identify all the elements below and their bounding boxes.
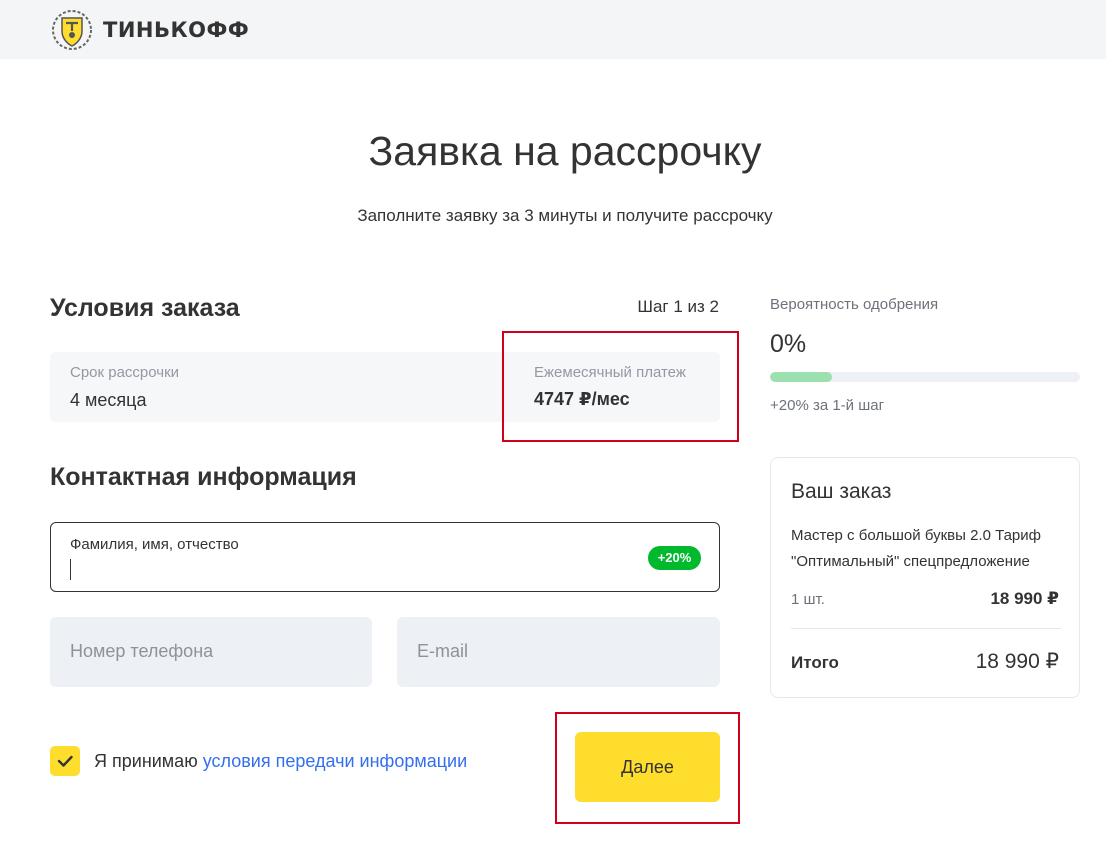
text-caret	[70, 559, 71, 580]
consent-label: Я принимаю	[94, 751, 198, 771]
terms-link[interactable]: условия передачи информации	[203, 751, 467, 771]
full-name-label: Фамилия, имя, отчество	[70, 536, 239, 553]
phone-field[interactable]: Номер телефона	[50, 617, 372, 687]
email-placeholder: E-mail	[417, 641, 469, 661]
order-divider	[791, 628, 1061, 629]
page-subtitle: Заполните заявку за 3 минуты и получите …	[357, 206, 773, 225]
tinkoff-emblem-icon	[52, 10, 92, 50]
approval-progress-fill	[770, 372, 832, 382]
order-total-value: 18 990 ₽	[975, 650, 1059, 673]
contact-info-title: Контактная информация	[50, 463, 357, 491]
bonus-badge: +20%	[648, 546, 701, 570]
consent-checkbox[interactable]	[50, 746, 80, 776]
order-quantity: 1 шт.	[791, 591, 825, 608]
page-title: Заявка на рассрочку	[368, 128, 762, 174]
term-label: Срок рассрочки	[70, 364, 180, 381]
top-bar: ТИНЬКОФФ	[0, 0, 1106, 59]
email-field[interactable]: E-mail	[397, 617, 720, 687]
order-price: 18 990 ₽	[990, 589, 1059, 608]
consent-text: Я принимаю условия передачи информации	[94, 751, 467, 772]
approval-progress-bar	[770, 372, 1080, 382]
order-summary-card: Ваш заказ Мастер с большой буквы 2.0 Тар…	[770, 457, 1080, 698]
order-title: Ваш заказ	[791, 480, 892, 503]
step-indicator: Шаг 1 из 2	[637, 297, 719, 316]
approval-hint: +20% за 1-й шаг	[770, 397, 885, 414]
brand-logo[interactable]: ТИНЬКОФФ	[51, 9, 249, 51]
approval-probability-value: 0%	[770, 330, 807, 358]
approval-probability-label: Вероятность одобрения	[770, 296, 939, 313]
full-name-field[interactable]: Фамилия, имя, отчество +20%	[50, 522, 720, 592]
phone-placeholder: Номер телефона	[70, 641, 214, 661]
next-button-highlight	[555, 712, 740, 824]
brand-name: ТИНЬКОФФ	[103, 18, 250, 42]
term-value: 4 месяца	[70, 390, 147, 410]
order-total-label: Итого	[791, 653, 839, 672]
order-conditions-title: Условия заказа	[50, 294, 240, 322]
checkmark-icon	[57, 755, 73, 767]
monthly-payment-highlight	[502, 331, 739, 442]
order-product-name: Мастер с большой буквы 2.0 Тариф "Оптима…	[791, 527, 1041, 570]
